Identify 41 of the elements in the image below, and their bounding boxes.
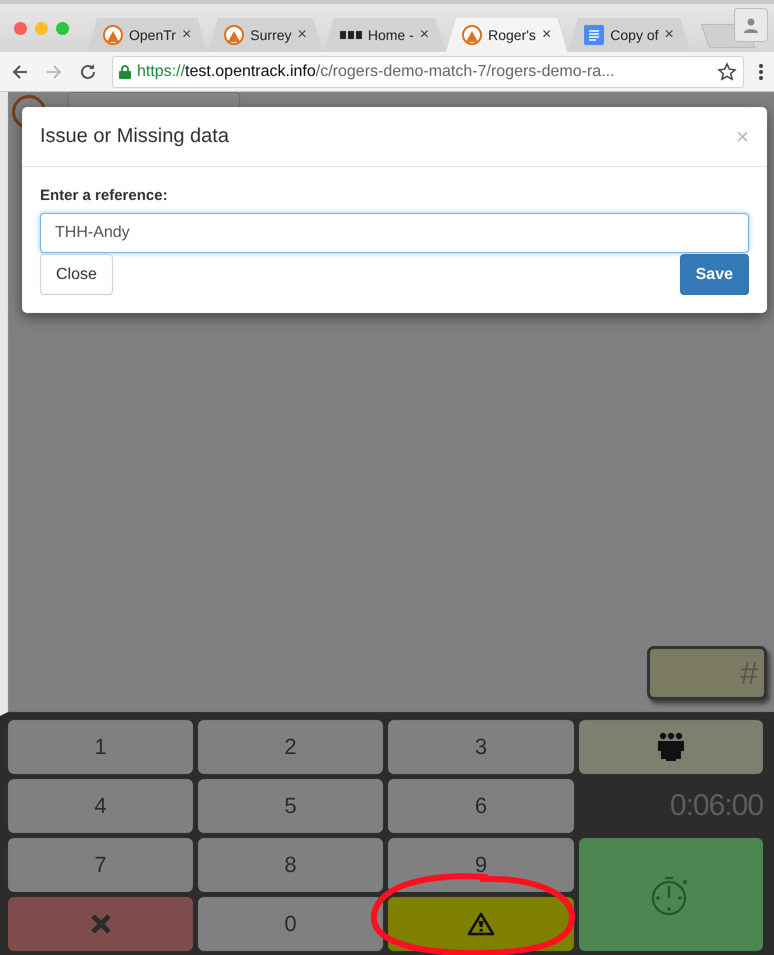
field-label: Enter a reference: (40, 187, 169, 204)
reload-icon[interactable] (78, 62, 98, 82)
runner-logo-icon (103, 25, 123, 45)
person-icon (743, 17, 759, 33)
keypad-key[interactable]: 9 (388, 838, 574, 892)
keypad-key[interactable]: 4 (8, 779, 193, 833)
maximize-window-button[interactable] (56, 22, 69, 34)
team-button[interactable] (579, 720, 763, 774)
document-icon (584, 25, 604, 45)
keypad-key[interactable]: 5 (198, 779, 383, 833)
cancel-button[interactable] (8, 897, 193, 951)
warning-icon (467, 912, 495, 936)
runner-logo-icon (462, 25, 482, 45)
lock-icon (119, 64, 131, 78)
menu-icon[interactable] (758, 62, 764, 80)
browser-tab[interactable]: OpenTr × (87, 18, 208, 52)
browser-tab[interactable]: Copy of × (568, 18, 690, 52)
runner-logo-icon (224, 25, 244, 45)
keypad-key[interactable]: 3 (388, 720, 574, 774)
issue-button[interactable] (388, 897, 574, 951)
browser-tab[interactable]: Roger's × (446, 18, 568, 52)
keypad-key[interactable]: 8 (198, 838, 383, 892)
reference-input-field[interactable]: THH-Andy (40, 213, 749, 253)
blocks-icon (340, 31, 362, 39)
profile-button[interactable] (734, 8, 768, 42)
keypad-key[interactable]: 6 (388, 779, 574, 833)
save-button[interactable]: Save (680, 254, 749, 295)
bib-number-field[interactable]: # (647, 646, 767, 700)
keypad-key[interactable]: 7 (8, 838, 193, 892)
modal-title: Issue or Missing data (40, 125, 229, 148)
browser-tab[interactable]: Surrey × (208, 18, 323, 52)
keypad-key[interactable]: 1 (8, 720, 193, 774)
close-window-button[interactable] (14, 22, 27, 34)
star-icon[interactable] (717, 62, 737, 82)
close-button[interactable]: Close (40, 254, 113, 295)
keypad-key[interactable]: 0 (198, 897, 383, 951)
cross-icon (90, 913, 112, 935)
url-text: https://test.opentrack.info/c/rogers-demo-match-7/rogers-demo-ra... (137, 62, 616, 80)
browser-tab[interactable]: Home - × (324, 18, 446, 52)
address-bar[interactable]: https://test.opentrack.info/c/rogers-demo-match-7/rogers-demo-ra... (112, 56, 744, 88)
keypad-key[interactable]: 2 (198, 720, 383, 774)
